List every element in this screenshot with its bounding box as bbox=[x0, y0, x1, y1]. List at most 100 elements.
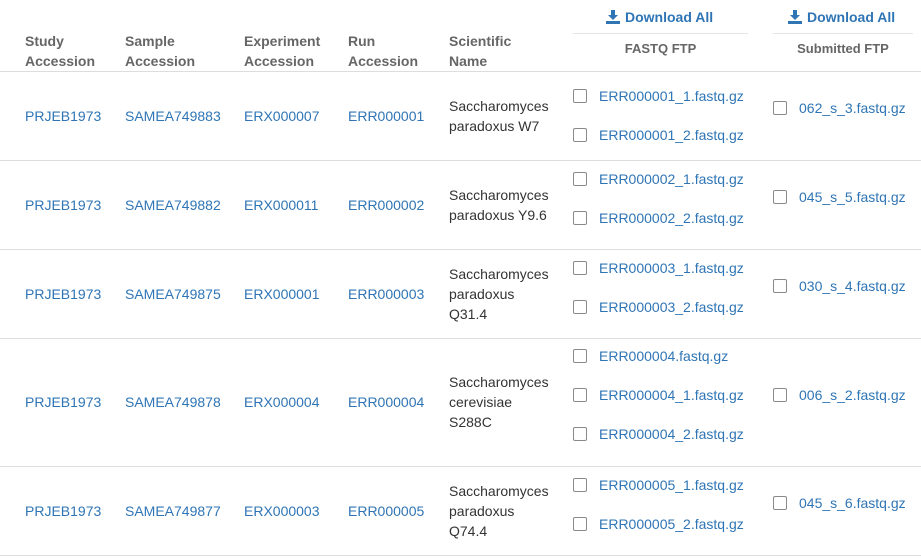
row-border bbox=[0, 555, 921, 556]
scientific-name-line: Q74.4 bbox=[449, 522, 488, 539]
header-experiment-accession[interactable]: Experiment Accession bbox=[244, 31, 320, 71]
file-checkbox[interactable] bbox=[773, 101, 787, 115]
table-row: PRJEB1973 SAMEA749878 ERX000004 ERR00000… bbox=[0, 338, 921, 466]
header-scientific-line2: Name bbox=[449, 53, 488, 69]
submitted-file-link[interactable]: 062_s_3.fastq.gz bbox=[799, 100, 906, 116]
sample-accession-link[interactable]: SAMEA749882 bbox=[125, 160, 221, 249]
fastq-download-all-button[interactable]: Download All bbox=[606, 9, 713, 25]
header-sample-accession[interactable]: Sample Accession bbox=[125, 31, 195, 71]
file-checkbox[interactable] bbox=[573, 127, 587, 142]
header-scientific-line1: Scientific bbox=[449, 33, 512, 49]
submitted-file-item: 006_s_2.fastq.gz bbox=[773, 338, 906, 452]
study-accession-link[interactable]: PRJEB1973 bbox=[25, 71, 101, 160]
download-icon bbox=[606, 10, 620, 24]
fastq-file-link[interactable]: ERR000002_2.fastq.gz bbox=[599, 210, 744, 226]
experiment-accession-link[interactable]: ERX000001 bbox=[244, 249, 320, 338]
study-accession-link[interactable]: PRJEB1973 bbox=[25, 466, 101, 555]
fastq-file-link[interactable]: ERR000002_1.fastq.gz bbox=[599, 171, 744, 187]
file-checkbox[interactable] bbox=[573, 210, 587, 225]
experiment-accession-link[interactable]: ERX000003 bbox=[244, 466, 320, 555]
experiment-accession-link[interactable]: ERX000011 bbox=[244, 160, 318, 249]
sample-accession-link[interactable]: SAMEA749878 bbox=[125, 338, 221, 466]
header-run-line2: Accession bbox=[348, 53, 419, 69]
fastq-file-link[interactable]: ERR000005_1.fastq.gz bbox=[599, 477, 744, 493]
file-checkbox[interactable] bbox=[773, 279, 787, 293]
run-accession-link[interactable]: ERR000002 bbox=[348, 160, 424, 249]
fastq-file-link[interactable]: ERR000005_2.fastq.gz bbox=[599, 516, 744, 532]
scientific-name-line: cerevisiae bbox=[449, 394, 513, 410]
fastq-file-item: ERR000003_1.fastq.gz bbox=[573, 248, 744, 287]
fastq-file-item: ERR000005_1.fastq.gz bbox=[573, 465, 744, 504]
run-accession-link[interactable]: ERR000004 bbox=[348, 338, 424, 466]
header-experiment-line1: Experiment bbox=[244, 33, 321, 49]
scientific-name-line: paradoxus bbox=[449, 285, 515, 302]
submitted-file-item: 062_s_3.fastq.gz bbox=[773, 71, 906, 145]
file-checkbox[interactable] bbox=[573, 299, 587, 314]
submitted-file-link[interactable]: 045_s_6.fastq.gz bbox=[799, 495, 906, 511]
fastq-file-link[interactable]: ERR000003_2.fastq.gz bbox=[599, 299, 744, 315]
run-accession-link[interactable]: ERR000005 bbox=[348, 466, 424, 555]
fastq-file-item: ERR000004.fastq.gz bbox=[573, 336, 744, 375]
scientific-name-line: paradoxus Y9.6 bbox=[449, 206, 547, 223]
submitted-file-link[interactable]: 030_s_4.fastq.gz bbox=[799, 278, 906, 294]
file-checkbox[interactable] bbox=[773, 496, 787, 510]
experiment-accession-link[interactable]: ERX000004 bbox=[244, 338, 320, 466]
header-study-accession[interactable]: Study Accession bbox=[25, 31, 95, 71]
file-checkbox[interactable] bbox=[573, 477, 587, 492]
study-accession-link[interactable]: PRJEB1973 bbox=[25, 338, 101, 466]
header-scientific-name[interactable]: Scientific Name bbox=[449, 31, 511, 71]
fastq-file-link[interactable]: ERR000001_1.fastq.gz bbox=[599, 88, 744, 104]
sample-accession-link[interactable]: SAMEA749877 bbox=[125, 466, 221, 555]
study-accession-link[interactable]: PRJEB1973 bbox=[25, 249, 101, 338]
fastq-file-item: ERR000002_2.fastq.gz bbox=[573, 198, 744, 237]
header-run-line1: Run bbox=[348, 33, 376, 49]
submitted-header-divider bbox=[773, 33, 913, 34]
table-row: PRJEB1973 SAMEA749877 ERX000003 ERR00000… bbox=[0, 466, 921, 555]
scientific-name-line: S288C bbox=[449, 414, 492, 430]
submitted-ftp-title: Submitted FTP bbox=[797, 41, 889, 56]
file-checkbox[interactable] bbox=[573, 516, 587, 531]
fastq-file-list: ERR000004.fastq.gz ERR000004_1.fastq.gz … bbox=[573, 336, 744, 453]
file-checkbox[interactable] bbox=[573, 260, 587, 275]
scientific-name: Saccharomyces paradoxus Y9.6 bbox=[449, 160, 549, 249]
run-accession-link[interactable]: ERR000001 bbox=[348, 71, 424, 160]
submitted-file-link[interactable]: 045_s_5.fastq.gz bbox=[799, 189, 906, 205]
header-study-line2: Accession bbox=[25, 53, 96, 69]
submitted-file-link[interactable]: 006_s_2.fastq.gz bbox=[799, 387, 906, 403]
header-sample-line1: Sample bbox=[125, 33, 175, 49]
table-row: PRJEB1973 SAMEA749882 ERX000011 ERR00000… bbox=[0, 160, 921, 249]
download-icon bbox=[788, 10, 802, 24]
fastq-file-link[interactable]: ERR000004_1.fastq.gz bbox=[599, 387, 744, 403]
scientific-name-line: Saccharomyces bbox=[449, 265, 549, 282]
submitted-download-all-button[interactable]: Download All bbox=[788, 9, 895, 25]
file-checkbox[interactable] bbox=[573, 171, 587, 186]
fastq-file-link[interactable]: ERR000004_2.fastq.gz bbox=[599, 426, 744, 442]
scientific-name-line: paradoxus W7 bbox=[449, 117, 540, 134]
file-checkbox[interactable] bbox=[573, 88, 587, 103]
scientific-name-line: Saccharomyces bbox=[449, 97, 549, 114]
scientific-name-line: Saccharomyces bbox=[449, 186, 549, 203]
fastq-file-list: ERR000003_1.fastq.gz ERR000003_2.fastq.g… bbox=[573, 248, 744, 326]
scientific-name-line: paradoxus bbox=[449, 502, 515, 519]
run-accession-link[interactable]: ERR000003 bbox=[348, 249, 424, 338]
fastq-file-item: ERR000003_2.fastq.gz bbox=[573, 287, 744, 326]
file-checkbox[interactable] bbox=[573, 426, 587, 441]
sample-accession-link[interactable]: SAMEA749875 bbox=[125, 249, 221, 338]
header-sample-line2: Accession bbox=[125, 53, 196, 69]
header-run-accession[interactable]: Run Accession bbox=[348, 31, 418, 71]
scientific-name: Saccharomyces cerevisiae S288C bbox=[449, 338, 549, 466]
fastq-file-item: ERR000005_2.fastq.gz bbox=[573, 504, 744, 543]
file-checkbox[interactable] bbox=[573, 387, 587, 402]
fastq-file-link[interactable]: ERR000003_1.fastq.gz bbox=[599, 260, 744, 276]
file-checkbox[interactable] bbox=[773, 388, 787, 402]
file-checkbox[interactable] bbox=[573, 348, 587, 363]
scientific-name: Saccharomyces paradoxus Q31.4 bbox=[449, 249, 549, 338]
sample-accession-link[interactable]: SAMEA749883 bbox=[125, 71, 221, 160]
fastq-file-link[interactable]: ERR000001_2.fastq.gz bbox=[599, 127, 744, 143]
fastq-file-link[interactable]: ERR000004.fastq.gz bbox=[599, 348, 728, 364]
experiment-accession-link[interactable]: ERX000007 bbox=[244, 71, 320, 160]
scientific-name-line: Q31.4 bbox=[449, 305, 488, 322]
file-checkbox[interactable] bbox=[773, 190, 787, 204]
scientific-name: Saccharomyces paradoxus W7 bbox=[449, 71, 549, 160]
study-accession-link[interactable]: PRJEB1973 bbox=[25, 160, 101, 249]
